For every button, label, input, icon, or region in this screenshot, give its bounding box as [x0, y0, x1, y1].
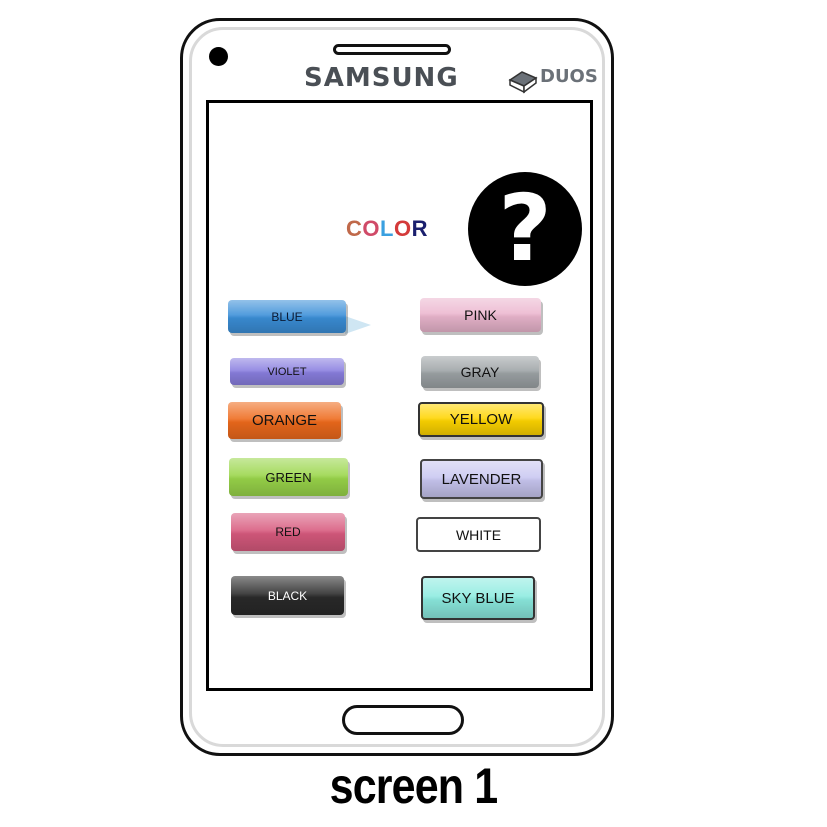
- duos-badge: DUOS: [506, 66, 598, 94]
- brand-logo: SAMSUNG: [304, 63, 459, 93]
- button-label: SKY BLUE: [441, 589, 515, 607]
- color-button-gray[interactable]: GRAY: [421, 356, 539, 388]
- color-button-lavender[interactable]: LAVENDER: [420, 459, 543, 499]
- button-label: BLACK: [267, 588, 308, 603]
- title-letter: R: [411, 216, 428, 241]
- color-button-green[interactable]: GREEN: [229, 458, 348, 496]
- button-label: RED: [275, 525, 301, 539]
- screen-caption: screen 1: [329, 758, 499, 814]
- dual-sim-icon: [508, 71, 538, 94]
- color-button-black[interactable]: BLACK: [231, 576, 344, 615]
- color-button-yellow[interactable]: YELLOW: [418, 402, 544, 437]
- button-label: LAVENDER: [441, 470, 522, 488]
- front-camera: [209, 47, 228, 66]
- earpiece-speaker: [333, 44, 451, 55]
- color-button-blue[interactable]: BLUE: [228, 300, 346, 333]
- button-label: BLUE: [271, 309, 303, 324]
- color-button-white[interactable]: WHITE: [416, 517, 541, 552]
- button-label: GREEN: [265, 469, 312, 485]
- button-label: WHITE: [455, 526, 502, 543]
- button-label: VIOLET: [267, 365, 307, 378]
- help-button[interactable]: ?: [468, 172, 582, 286]
- button-label: PINK: [464, 307, 497, 323]
- question-circle-icon: ?: [498, 175, 552, 282]
- title-letter: O: [362, 216, 381, 241]
- color-button-violet[interactable]: VIOLET: [230, 358, 344, 385]
- selection-pointer: [345, 316, 371, 334]
- title-letter: O: [393, 216, 412, 241]
- home-button[interactable]: [342, 705, 464, 735]
- duos-label: DUOS: [540, 66, 598, 87]
- button-label: GRAY: [460, 364, 500, 380]
- page-title: COLOR: [346, 216, 428, 242]
- title-letter: L: [380, 216, 394, 241]
- color-button-orange[interactable]: ORANGE: [228, 402, 341, 439]
- button-label: YELLOW: [449, 411, 513, 428]
- button-label: ORANGE: [251, 412, 317, 429]
- color-button-red[interactable]: RED: [231, 513, 345, 551]
- title-letter: C: [346, 216, 363, 241]
- color-button-sky-blue[interactable]: SKY BLUE: [421, 576, 535, 620]
- color-button-pink[interactable]: PINK: [420, 298, 541, 332]
